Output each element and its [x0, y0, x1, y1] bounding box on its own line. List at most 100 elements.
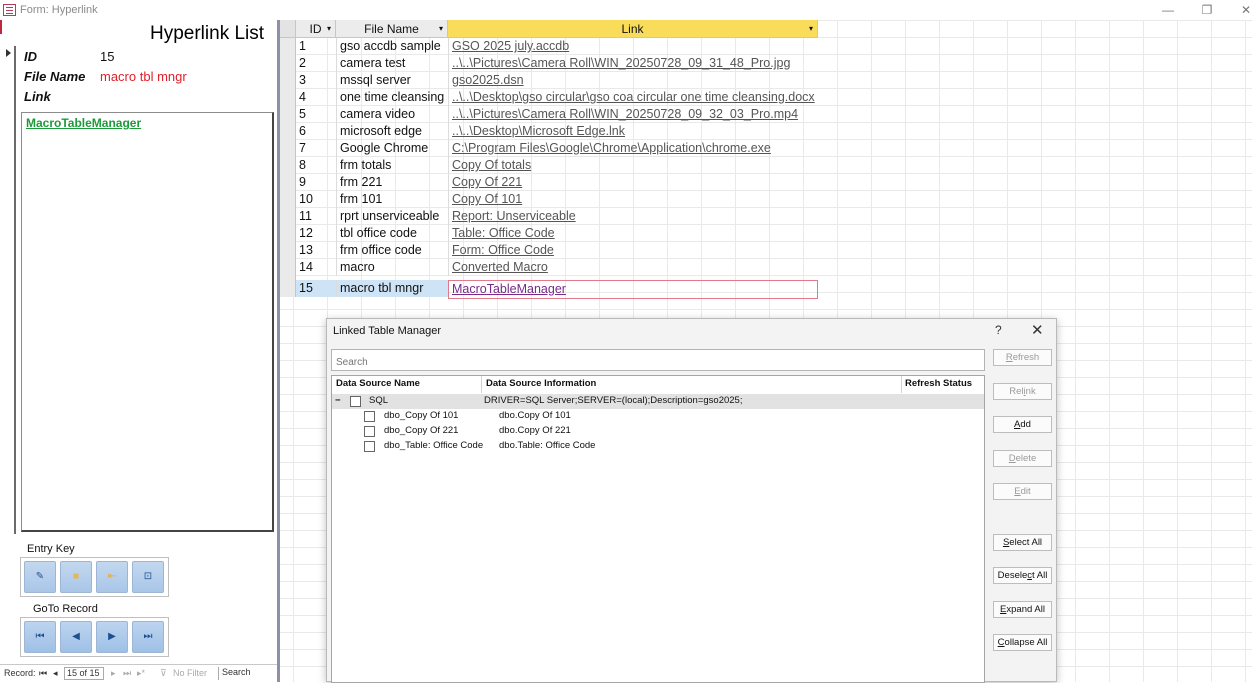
- first-record-icon[interactable]: ⏮: [24, 621, 56, 653]
- table-row[interactable]: 10 frm 101 Copy Of 101: [296, 191, 818, 208]
- id-cell[interactable]: 9: [296, 174, 336, 191]
- minimize-icon[interactable]: —: [1158, 1, 1178, 19]
- filter-dropdown-icon[interactable]: ▾: [439, 20, 443, 38]
- column-header-link[interactable]: Link ▾: [448, 20, 818, 38]
- file-name-cell[interactable]: Google Chrome: [336, 140, 448, 157]
- file-name-cell[interactable]: frm totals: [336, 157, 448, 174]
- link-cell[interactable]: Report: Unserviceable: [448, 208, 818, 225]
- table-row[interactable]: 5 camera video ..\..\Pictures\Camera Roll\…: [296, 106, 818, 123]
- link-cell[interactable]: Copy Of totals: [448, 157, 818, 174]
- table-row[interactable]: 9 frm 221 Copy Of 221: [296, 174, 818, 191]
- id-cell[interactable]: 3: [296, 72, 336, 89]
- deselect-all-button[interactable]: Deselect All: [993, 567, 1052, 584]
- edit-button[interactable]: Edit: [993, 483, 1052, 500]
- table-checkbox[interactable]: [364, 426, 375, 437]
- column-refresh-status[interactable]: Refresh Status: [905, 378, 972, 389]
- filter-status[interactable]: No Filter: [173, 668, 207, 678]
- nav-new-icon[interactable]: ▸*: [137, 668, 145, 679]
- link-cell[interactable]: C:\Program Files\Google\Chrome\Applicati…: [448, 140, 818, 157]
- collapse-all-button[interactable]: Collapse All: [993, 634, 1052, 651]
- file-name-cell[interactable]: camera test: [336, 55, 448, 72]
- next-record-icon[interactable]: ▶: [96, 621, 128, 653]
- table-row[interactable]: 4 one time cleansing ..\..\Desktop\gso cir…: [296, 89, 818, 106]
- file-name-cell[interactable]: frm office code: [336, 242, 448, 259]
- id-cell[interactable]: 7: [296, 140, 336, 157]
- refresh-button[interactable]: Refresh: [993, 349, 1052, 366]
- link-cell[interactable]: Converted Macro: [448, 259, 818, 276]
- table-row[interactable]: 6 microsoft edge ..\..\Desktop\Microsoft E…: [296, 123, 818, 140]
- file-name-cell[interactable]: microsoft edge: [336, 123, 448, 140]
- file-name-cell[interactable]: gso accdb sample: [336, 38, 448, 55]
- nav-first-icon[interactable]: ⏮: [39, 668, 47, 679]
- id-cell[interactable]: 4: [296, 89, 336, 106]
- nav-next-icon[interactable]: ▸: [111, 668, 116, 679]
- table-row[interactable]: 11 rprt unserviceable Report: Unserviceabl…: [296, 208, 818, 225]
- link-cell[interactable]: ..\..\Pictures\Camera Roll\WIN_20250728_…: [448, 55, 818, 72]
- lock-icon[interactable]: ■: [60, 561, 92, 593]
- file-name-cell[interactable]: macro: [336, 259, 448, 276]
- table-row[interactable]: 3 mssql server gso2025.dsn: [296, 72, 818, 89]
- dialog-close-icon[interactable]: ✕: [1031, 321, 1044, 339]
- data-source-group-row[interactable]: − SQL DRIVER=SQL Server;SERVER=(local);D…: [332, 394, 984, 409]
- table-row[interactable]: 12 tbl office code Table: Office Code: [296, 225, 818, 242]
- file-name-field[interactable]: macro tbl mngr: [100, 69, 187, 84]
- id-cell[interactable]: 15: [296, 280, 336, 297]
- file-name-cell[interactable]: rprt unserviceable: [336, 208, 448, 225]
- close-icon[interactable]: ✕: [1236, 1, 1252, 19]
- select-all-corner[interactable]: [280, 20, 296, 38]
- column-data-source-name[interactable]: Data Source Name: [336, 378, 420, 389]
- filter-dropdown-icon[interactable]: ▾: [809, 20, 813, 38]
- id-cell[interactable]: 13: [296, 242, 336, 259]
- id-field[interactable]: 15: [100, 49, 114, 64]
- id-cell[interactable]: 5: [296, 106, 336, 123]
- link-cell[interactable]: gso2025.dsn: [448, 72, 818, 89]
- table-checkbox[interactable]: [364, 411, 375, 422]
- id-cell[interactable]: 2: [296, 55, 336, 72]
- row-selector-column[interactable]: [280, 38, 296, 297]
- id-cell[interactable]: 1: [296, 38, 336, 55]
- link-cell[interactable]: Table: Office Code: [448, 225, 818, 242]
- delete-button[interactable]: Delete: [993, 450, 1052, 467]
- file-name-cell[interactable]: frm 101: [336, 191, 448, 208]
- link-cell[interactable]: Copy Of 101: [448, 191, 818, 208]
- table-row[interactable]: 2 camera test ..\..\Pictures\Camera Roll\W…: [296, 55, 818, 72]
- column-header-file-name[interactable]: File Name ▾: [336, 20, 448, 38]
- search-input[interactable]: [331, 349, 985, 371]
- link-cell[interactable]: Form: Office Code: [448, 242, 818, 259]
- restore-icon[interactable]: ❐: [1197, 1, 1217, 19]
- select-all-button[interactable]: Select All: [993, 534, 1052, 551]
- file-name-cell[interactable]: tbl office code: [336, 225, 448, 242]
- linked-table-row[interactable]: dbo_Table: Office Code dbo.Table: Office…: [332, 439, 984, 454]
- record-position-input[interactable]: 15 of 15: [64, 667, 104, 680]
- linked-table-row[interactable]: dbo_Copy Of 221 dbo.Copy Of 221: [332, 424, 984, 439]
- link-cell[interactable]: Copy Of 221: [448, 174, 818, 191]
- nav-prev-icon[interactable]: ◂: [53, 668, 58, 679]
- file-name-cell[interactable]: camera video: [336, 106, 448, 123]
- column-header-id[interactable]: ID ▾: [296, 20, 336, 38]
- add-button[interactable]: Add: [993, 416, 1052, 433]
- table-row[interactable]: 13 frm office code Form: Office Code: [296, 242, 818, 259]
- table-row[interactable]: 1 gso accdb sample GSO 2025 july.accdb: [296, 38, 818, 55]
- id-cell[interactable]: 11: [296, 208, 336, 225]
- collapse-toggle-icon[interactable]: −: [335, 395, 341, 406]
- link-field[interactable]: MacroTableManager: [21, 112, 274, 532]
- file-name-cell[interactable]: mssql server: [336, 72, 448, 89]
- table-row[interactable]: 8 frm totals Copy Of totals: [296, 157, 818, 174]
- column-data-source-information[interactable]: Data Source Information: [486, 378, 596, 389]
- id-cell[interactable]: 12: [296, 225, 336, 242]
- group-checkbox[interactable]: [350, 396, 361, 407]
- edit-icon[interactable]: ✎: [24, 561, 56, 593]
- relink-button[interactable]: Relink: [993, 383, 1052, 400]
- id-cell[interactable]: 10: [296, 191, 336, 208]
- linked-table-row[interactable]: dbo_Copy Of 101 dbo.Copy Of 101: [332, 409, 984, 424]
- help-icon[interactable]: ?: [995, 323, 1002, 337]
- link-cell[interactable]: ..\..\Desktop\gso circular\gso coa circu…: [448, 89, 818, 106]
- preview-icon[interactable]: ⊡: [132, 561, 164, 593]
- sort-dropdown-icon[interactable]: ▾: [327, 20, 331, 38]
- previous-record-icon[interactable]: ◀: [60, 621, 92, 653]
- link-cell[interactable]: ..\..\Desktop\Microsoft Edge.lnk: [448, 123, 818, 140]
- link-cell[interactable]: ..\..\Pictures\Camera Roll\WIN_20250728_…: [448, 106, 818, 123]
- close-form-icon[interactable]: ⇤: [96, 561, 128, 593]
- id-cell[interactable]: 8: [296, 157, 336, 174]
- nav-last-icon[interactable]: ⏭: [123, 668, 131, 679]
